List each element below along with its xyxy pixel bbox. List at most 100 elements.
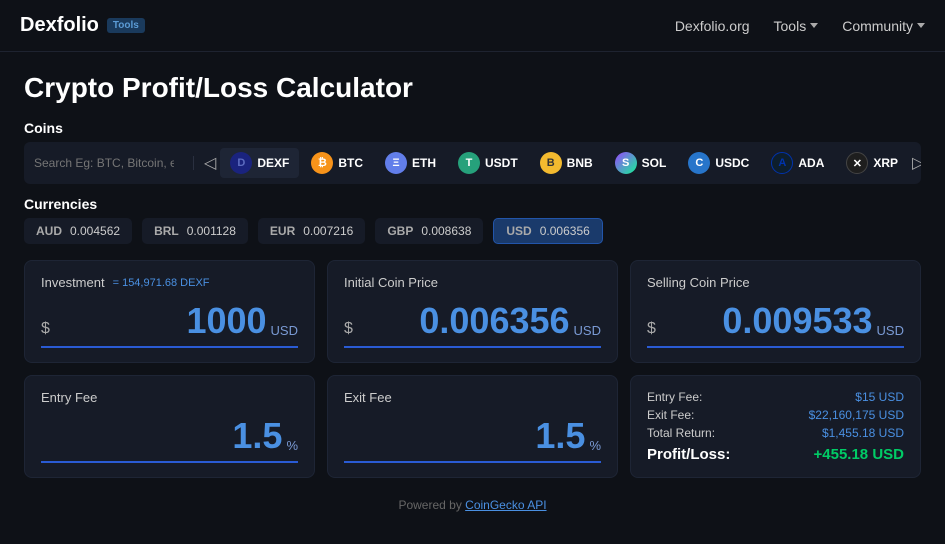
profit-loss-label: Profit/Loss: (647, 446, 730, 463)
investment-subtitle: = 154,971.68 DEXF (113, 277, 210, 289)
coin-icon-ada: A (771, 152, 793, 174)
currency-pill-brl[interactable]: BRL 0.001128 (142, 218, 248, 244)
coin-label-btc: BTC (338, 156, 363, 170)
initial-price-unit: USD (574, 323, 601, 338)
profit-loss-row: Profit/Loss: +455.18 USD (647, 446, 904, 463)
coin-label-usdc: USDC (715, 156, 749, 170)
exit-fee-card: Exit Fee 1.5 % (327, 375, 618, 478)
coin-item-btc[interactable]: ₿ BTC (301, 148, 373, 178)
coins-label: Coins (24, 120, 921, 136)
exit-fee-result-row: Exit Fee: $22,160,175 USD (647, 408, 904, 422)
page-title: Crypto Profit/Loss Calculator (24, 72, 921, 104)
currency-code-usd: USD (506, 224, 531, 238)
selling-price-input-row: $ 0.009533 USD (647, 300, 904, 348)
navbar-right: Dexfolio.org Tools Community (675, 18, 925, 34)
coins-row: ◁ D DEXF ₿ BTC Ξ ETH T USDT B BNB S SOL … (24, 142, 921, 184)
coin-item-xrp[interactable]: ✕ XRP (836, 148, 908, 178)
coin-label-sol: SOL (642, 156, 667, 170)
currency-value-usd: 0.006356 (540, 224, 590, 238)
currency-value-aud: 0.004562 (70, 224, 120, 238)
nav-community[interactable]: Community (842, 18, 925, 34)
navbar: Dexfolio Tools Dexfolio.org Tools Commun… (0, 0, 945, 52)
coin-label-eth: ETH (412, 156, 436, 170)
coin-item-ada[interactable]: A ADA (761, 148, 834, 178)
currency-code-brl: BRL (154, 224, 179, 238)
entry-fee-unit: % (286, 438, 298, 453)
entry-fee-result-value: $15 USD (855, 390, 904, 404)
coin-item-usdc[interactable]: C USDC (678, 148, 759, 178)
coin-icon-bnb: B (540, 152, 562, 174)
initial-price-currency-symbol: $ (344, 320, 353, 338)
currency-pill-usd[interactable]: USD 0.006356 (493, 218, 602, 244)
currency-code-aud: AUD (36, 224, 62, 238)
initial-price-input-row: $ 0.006356 USD (344, 300, 601, 348)
coin-icon-eth: Ξ (385, 152, 407, 174)
currencies-label: Currencies (24, 196, 921, 212)
coin-icon-sol: S (615, 152, 637, 174)
coin-item-dexf[interactable]: D DEXF (220, 148, 299, 178)
coin-search-input[interactable] (34, 156, 174, 170)
entry-fee-result-label: Entry Fee: (647, 390, 702, 404)
coins-list: D DEXF ₿ BTC Ξ ETH T USDT B BNB S SOL C … (220, 148, 908, 178)
coin-label-dexf: DEXF (257, 156, 289, 170)
currency-pill-gbp[interactable]: GBP 0.008638 (375, 218, 483, 244)
calc-grid-bottom: Entry Fee 1.5 % Exit Fee 1.5 % Entry Fee… (24, 375, 921, 478)
coin-item-sol[interactable]: S SOL (605, 148, 677, 178)
entry-fee-result-row: Entry Fee: $15 USD (647, 390, 904, 404)
selling-price-value[interactable]: 0.009533 (660, 300, 873, 342)
exit-fee-title: Exit Fee (344, 390, 601, 405)
exit-fee-result-value: $22,160,175 USD (809, 408, 904, 422)
total-return-result-row: Total Return: $1,455.18 USD (647, 426, 904, 440)
exit-fee-unit: % (589, 438, 601, 453)
coin-item-usdt[interactable]: T USDT (448, 148, 528, 178)
coin-item-eth[interactable]: Ξ ETH (375, 148, 446, 178)
investment-title: Investment = 154,971.68 DEXF (41, 275, 298, 290)
coin-label-usdt: USDT (485, 156, 518, 170)
coin-icon-dexf: D (230, 152, 252, 174)
coin-label-xrp: XRP (873, 156, 898, 170)
investment-unit: USD (271, 323, 298, 338)
exit-fee-input-row: 1.5 % (344, 415, 601, 463)
currency-pill-aud[interactable]: AUD 0.004562 (24, 218, 132, 244)
coins-arrow-right[interactable]: ▷ (908, 153, 921, 173)
tools-chevron-icon (810, 23, 818, 28)
selling-price-title: Selling Coin Price (647, 275, 904, 290)
coin-search-wrapper (34, 156, 194, 170)
community-chevron-icon (917, 23, 925, 28)
entry-fee-input-row: 1.5 % (41, 415, 298, 463)
coin-label-ada: ADA (798, 156, 824, 170)
investment-value[interactable]: 1000 (54, 300, 267, 342)
tools-badge: Tools (107, 18, 145, 33)
investment-currency-symbol: $ (41, 320, 50, 338)
investment-card: Investment = 154,971.68 DEXF $ 1000 USD (24, 260, 315, 363)
initial-price-title: Initial Coin Price (344, 275, 601, 290)
total-return-result-label: Total Return: (647, 426, 715, 440)
coin-icon-xrp: ✕ (846, 152, 868, 174)
entry-fee-value[interactable]: 1.5 (41, 415, 282, 457)
total-return-result-value: $1,455.18 USD (822, 426, 904, 440)
footer: Powered by CoinGecko API (24, 486, 921, 524)
currency-code-eur: EUR (270, 224, 295, 238)
selling-price-card: Selling Coin Price $ 0.009533 USD (630, 260, 921, 363)
navbar-left: Dexfolio Tools (20, 14, 145, 37)
investment-input-row: $ 1000 USD (41, 300, 298, 348)
currency-value-eur: 0.007216 (303, 224, 353, 238)
nav-dexfolio-org[interactable]: Dexfolio.org (675, 18, 750, 34)
coins-arrow-left[interactable]: ◁ (200, 153, 220, 173)
exit-fee-value[interactable]: 1.5 (344, 415, 585, 457)
currencies-row: AUD 0.004562 BRL 0.001128 EUR 0.007216 G… (24, 218, 921, 244)
main-content: Crypto Profit/Loss Calculator Coins ◁ D … (0, 52, 945, 544)
selling-price-currency-symbol: $ (647, 320, 656, 338)
currency-pill-eur[interactable]: EUR 0.007216 (258, 218, 365, 244)
currency-code-gbp: GBP (387, 224, 413, 238)
coin-icon-usdt: T (458, 152, 480, 174)
profit-loss-value: +455.18 USD (814, 446, 904, 463)
currency-value-brl: 0.001128 (187, 224, 236, 238)
nav-tools[interactable]: Tools (774, 18, 819, 34)
calc-grid-top: Investment = 154,971.68 DEXF $ 1000 USD … (24, 260, 921, 363)
coingecko-link[interactable]: CoinGecko API (465, 498, 546, 512)
initial-price-value[interactable]: 0.006356 (357, 300, 570, 342)
coin-item-bnb[interactable]: B BNB (530, 148, 603, 178)
currency-value-gbp: 0.008638 (421, 224, 471, 238)
footer-text: Powered by (398, 498, 465, 512)
